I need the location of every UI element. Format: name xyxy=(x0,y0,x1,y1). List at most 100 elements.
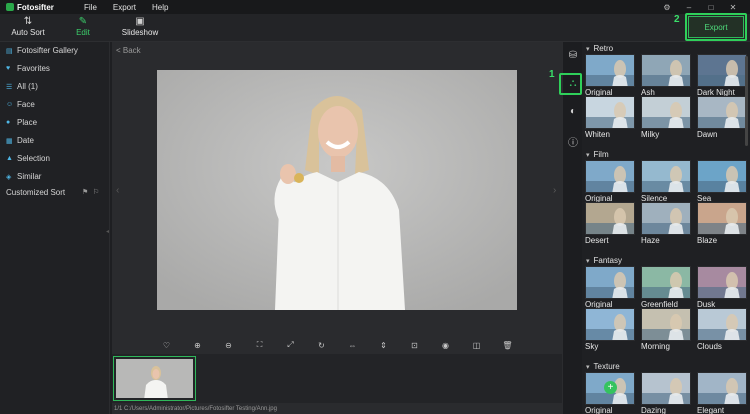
main-toolbar: ⇅ Auto Sort ✎ Edit ▣ Slideshow xyxy=(0,14,750,42)
sidebar-item-all[interactable]: ☰ All (1) xyxy=(6,82,38,91)
flag-icon[interactable]: ⚑ xyxy=(82,188,88,196)
filter-label: Whiten xyxy=(585,130,610,139)
filter-thumbnail[interactable] xyxy=(585,54,635,87)
bookmark-icon[interactable]: ⚐ xyxy=(93,188,99,196)
status-bar: 1/1 C:/Users/Administrator/Pictures/Foto… xyxy=(114,406,277,412)
filter-thumbnail[interactable] xyxy=(697,372,747,405)
settings-gear-icon[interactable]: ⚙ xyxy=(656,3,678,12)
list-icon: ☰ xyxy=(6,83,13,91)
zoom-in-icon[interactable]: ⊕ xyxy=(182,341,213,350)
portrait-illustration xyxy=(157,70,517,310)
filter-thumbnail[interactable]: + xyxy=(585,372,635,405)
next-photo-icon[interactable]: › xyxy=(553,185,556,196)
sidebar-item-label: Fotosifter Gallery xyxy=(17,46,78,55)
export-highlight-box xyxy=(685,13,747,41)
filter-thumbnail[interactable] xyxy=(697,54,747,87)
sidebar-item-selection[interactable]: ▲ Selection xyxy=(6,154,50,163)
fit-screen-icon[interactable]: ⛶ xyxy=(244,340,275,350)
slideshow-icon: ▣ xyxy=(135,16,145,27)
filter-thumbnail[interactable] xyxy=(585,96,635,129)
filter-thumbnail[interactable] xyxy=(697,160,747,193)
flip-vertical-icon[interactable]: ⇕ xyxy=(368,341,399,350)
info-icon[interactable]: ⓘ xyxy=(563,134,583,149)
filter-section-1[interactable]: Film xyxy=(586,150,609,159)
rotate-icon[interactable]: ↻ xyxy=(306,341,337,350)
app-window: Fotosifter File Export Help ⚙ – □ ✕ ⇅ Au… xyxy=(0,0,750,414)
slideshow-label: Slideshow xyxy=(121,28,159,37)
filmstrip-thumbnail[interactable] xyxy=(113,356,196,401)
filter-thumbnail[interactable] xyxy=(585,308,635,341)
auto-sort-button[interactable]: ⇅ Auto Sort xyxy=(8,16,48,37)
main-photo xyxy=(157,70,517,310)
crop-icon[interactable]: ⊡ xyxy=(399,341,430,350)
filter-thumbnail[interactable] xyxy=(641,96,691,129)
compare-icon[interactable]: ◫ xyxy=(461,341,492,350)
menu-export[interactable]: Export xyxy=(113,3,136,12)
adjust-icon[interactable]: ⛁ xyxy=(563,50,583,61)
sidebar-item-similar[interactable]: ◈ Similar xyxy=(6,172,41,181)
menu-help[interactable]: Help xyxy=(152,3,168,12)
filter-thumbnail[interactable] xyxy=(585,160,635,193)
filter-section-0[interactable]: Retro xyxy=(586,44,614,53)
minimize-button[interactable]: – xyxy=(678,3,700,12)
filter-label: Morning xyxy=(641,342,670,351)
sidebar-item-gallery[interactable]: ▤ Fotosifter Gallery xyxy=(6,46,78,55)
sidebar-item-label: Similar xyxy=(17,172,42,181)
flip-horizontal-icon[interactable]: ⇔ xyxy=(337,341,368,350)
filter-thumbnail[interactable] xyxy=(641,308,691,341)
sidebar-item-place[interactable]: ● Place xyxy=(6,118,37,127)
filter-thumbnail[interactable] xyxy=(585,266,635,299)
filter-label: Sky xyxy=(585,342,599,351)
view-icon[interactable]: ◉ xyxy=(430,341,461,350)
filter-highlight-box xyxy=(559,73,582,95)
actual-size-icon[interactable]: ⤢ xyxy=(275,340,306,350)
collapse-sidebar-icon[interactable]: ◂ xyxy=(106,228,109,235)
previous-photo-icon[interactable]: ‹ xyxy=(116,185,119,196)
sidebar-item-label: Selection xyxy=(17,154,50,163)
menu-file[interactable]: File xyxy=(84,3,97,12)
menu-bar: File Export Help xyxy=(84,3,184,12)
location-pin-icon: ● xyxy=(6,119,11,126)
sidebar-item-label: Favorites xyxy=(17,64,50,73)
panel-scrollbar[interactable] xyxy=(745,56,748,146)
favorite-heart-icon[interactable]: ♡ xyxy=(151,341,182,350)
app-logo: Fotosifter xyxy=(6,3,76,12)
filter-thumbnail[interactable] xyxy=(641,266,691,299)
callout-1: 1 xyxy=(549,69,555,80)
sidebar-item-label: Face xyxy=(17,100,35,109)
sidebar-item-face[interactable]: ☺ Face xyxy=(6,100,35,109)
zoom-out-icon[interactable]: ⊖ xyxy=(213,341,244,350)
filter-thumbnail[interactable] xyxy=(697,202,747,235)
sidebar-item-label: All (1) xyxy=(17,82,38,91)
filter-section-3[interactable]: Texture xyxy=(586,362,620,371)
sidebar-item-customized-sort[interactable]: Customized Sort xyxy=(6,188,65,197)
filter-section-2[interactable]: Fantasy xyxy=(586,256,622,265)
calendar-icon: ▦ xyxy=(6,137,13,145)
add-filter-icon[interactable]: + xyxy=(604,381,617,394)
edit-label: Edit xyxy=(76,28,90,37)
filter-thumbnail[interactable] xyxy=(697,266,747,299)
slideshow-button[interactable]: ▣ Slideshow xyxy=(118,16,162,37)
app-logo-icon xyxy=(6,3,14,11)
back-button[interactable]: < Back xyxy=(116,46,141,55)
filter-thumbnail[interactable] xyxy=(697,308,747,341)
filter-label: Blaze xyxy=(697,236,718,245)
maximize-button[interactable]: □ xyxy=(700,3,722,12)
filter-thumbnail[interactable] xyxy=(641,372,691,405)
close-button[interactable]: ✕ xyxy=(722,3,744,12)
filter-thumbnail[interactable] xyxy=(641,160,691,193)
auto-sort-label: Auto Sort xyxy=(11,28,45,37)
edit-button[interactable]: ✎ Edit xyxy=(66,16,100,37)
filter-thumbnail[interactable] xyxy=(641,202,691,235)
viewer-tools: ♡ ⊕ ⊖ ⛶ ⤢ ↻ ⇔ ⇕ ⊡ ◉ ◫ 🗑 xyxy=(112,338,562,352)
filter-thumbnail[interactable] xyxy=(641,54,691,87)
delete-trash-icon[interactable]: 🗑 xyxy=(492,341,523,350)
filter-thumbnail[interactable] xyxy=(585,202,635,235)
sidebar-item-date[interactable]: ▦ Date xyxy=(6,136,34,145)
filter-label: Desert xyxy=(585,236,609,245)
sidebar-item-favorites[interactable]: ♥ Favorites xyxy=(6,64,50,73)
contrast-icon[interactable]: ◐ xyxy=(563,106,583,117)
sidebar-item-label: Place xyxy=(17,118,38,127)
window-controls: ⚙ – □ ✕ xyxy=(656,0,744,14)
filter-thumbnail[interactable] xyxy=(697,96,747,129)
